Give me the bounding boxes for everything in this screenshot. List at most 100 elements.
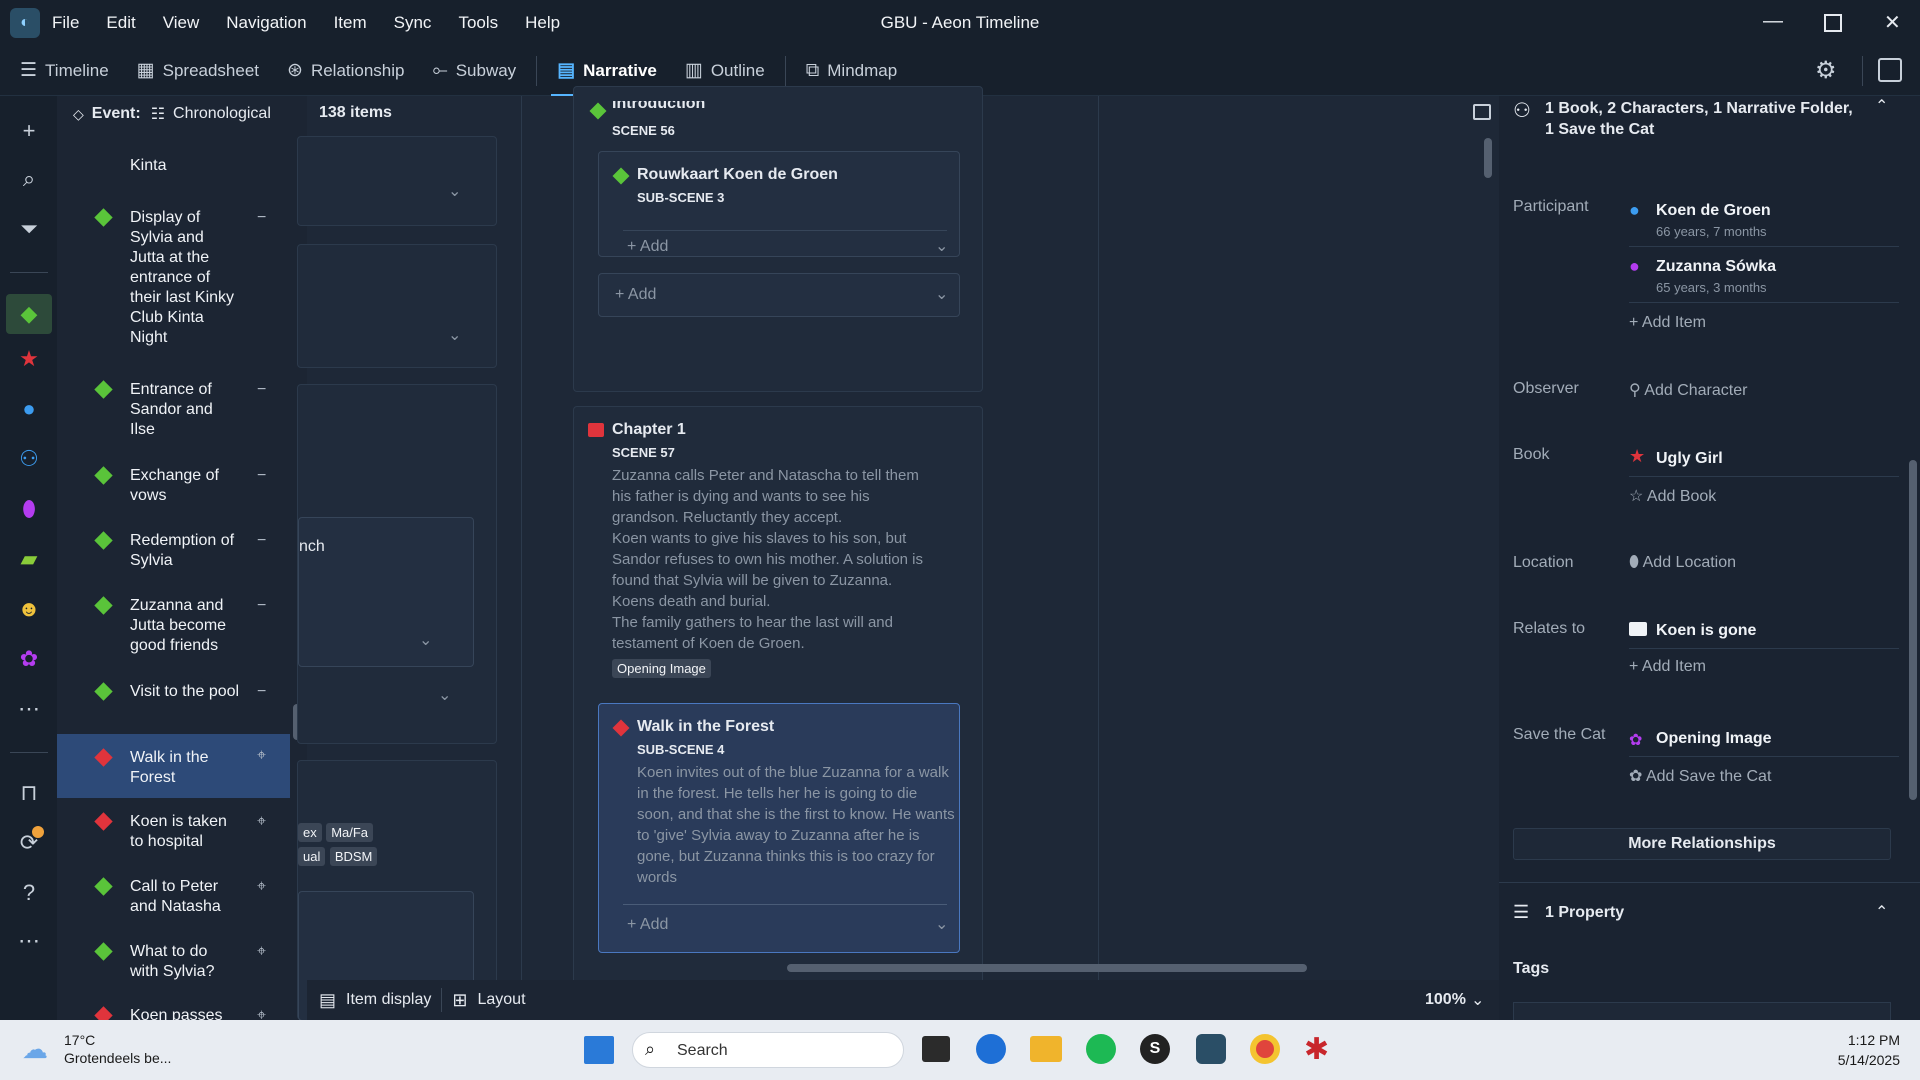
subscene-card-selected[interactable]: Walk in the Forest SUB-SCENE 4 Koen invi… [598, 703, 960, 953]
more-relationships-button[interactable]: More Relationships [1513, 828, 1891, 860]
collapse-icon[interactable]: ⌃ [1875, 96, 1888, 116]
more-icon[interactable]: ⋯ [14, 926, 44, 956]
tags-input[interactable] [1513, 1002, 1891, 1020]
collapse-panel-icon[interactable] [1473, 104, 1491, 120]
list-item[interactable]: What to do with Sylvia? ⌖ [57, 942, 290, 986]
filter-icon[interactable]: ⏷ [14, 214, 44, 244]
list-item[interactable]: Call to Peter and Natasha ⌖ [57, 877, 290, 921]
chevron-down-icon[interactable]: ⌄ [419, 630, 432, 650]
layout-icon[interactable]: ⊞ [452, 990, 467, 1011]
list-item[interactable]: Redemption of Sylvia − [57, 531, 290, 575]
menu-edit[interactable]: Edit [106, 13, 135, 33]
chrome-icon[interactable] [1250, 1034, 1280, 1064]
scrollbar[interactable] [1909, 460, 1917, 800]
chapter-folder[interactable]: Chapter 1 SCENE 57 Zuzanna calls Peter a… [573, 406, 983, 1020]
horizontal-scrollbar[interactable] [787, 964, 1307, 972]
bookmark-icon[interactable]: ⊓ [14, 778, 44, 808]
sort-label[interactable]: Chronological [173, 105, 271, 123]
sort-icon[interactable]: ☷ [151, 104, 165, 124]
settings-gear-icon[interactable]: ⚙ [1815, 56, 1837, 85]
taskbar-search[interactable]: ⌕ Search [632, 1032, 904, 1068]
menu-help[interactable]: Help [525, 13, 560, 33]
tab-timeline[interactable]: ☰ Timeline [6, 46, 123, 96]
aeon-timeline-icon[interactable] [1196, 1034, 1226, 1064]
chevron-down-icon[interactable]: ⌄ [448, 181, 461, 201]
participant-name[interactable]: Koen de Groen [1656, 202, 1771, 220]
tab-relationship[interactable]: ⊛ Relationship [273, 46, 418, 96]
skull-icon[interactable]: ☻ [14, 594, 44, 624]
list-item[interactable]: Zuzanna and Jutta become good friends − [57, 596, 290, 660]
target-icon[interactable]: ⌖ [257, 942, 266, 962]
scrivener-icon[interactable]: S [1140, 1034, 1170, 1064]
maximize-icon[interactable] [1824, 14, 1842, 32]
column-card[interactable]: ⌄ [297, 244, 497, 368]
add-item-button[interactable]: + Add Item [1629, 658, 1706, 676]
close-icon[interactable]: ✕ [1884, 10, 1901, 35]
folder-icon[interactable]: ▰ [14, 544, 44, 574]
add-location-button[interactable]: ⬮ Add Location [1629, 554, 1736, 572]
add-save-the-cat-button[interactable]: ✿ Add Save the Cat [1629, 766, 1771, 786]
tab-subway[interactable]: ⟜ Subway [419, 46, 531, 96]
add-book-button[interactable]: ☆ Add Book [1629, 486, 1716, 506]
location-pin-icon[interactable]: ⬮ [14, 494, 44, 524]
save-the-cat-tag[interactable]: Opening Image [612, 659, 711, 678]
menu-item[interactable]: Item [334, 13, 367, 33]
layout-button[interactable]: Layout [477, 991, 525, 1009]
narrative-folder[interactable]: Introduction SCENE 56 Rouwkaart Koen de … [573, 86, 983, 392]
list-item-selected[interactable]: Walk in the Forest ⌖ [57, 734, 290, 798]
file-explorer-icon[interactable] [1030, 1036, 1062, 1062]
chevron-down-icon[interactable]: ⌄ [1471, 990, 1484, 1010]
cat-icon[interactable]: ✿ [14, 644, 44, 674]
participant-name[interactable]: Zuzanna Sówka [1656, 258, 1776, 276]
add-button[interactable]: + Add [615, 286, 656, 304]
book-name[interactable]: Ugly Girl [1656, 450, 1723, 468]
list-item[interactable]: Koen passes ⌖ [57, 1006, 290, 1020]
list-item[interactable]: Exchange of vows − [57, 466, 290, 510]
vertical-scrollbar[interactable] [1484, 138, 1492, 178]
add-icon[interactable]: + [14, 116, 44, 146]
add-button[interactable]: + Add [627, 238, 668, 256]
chevron-down-icon[interactable]: ⌄ [935, 236, 948, 256]
scene-card[interactable]: nch ⌄ [298, 517, 474, 667]
menu-file[interactable]: File [52, 13, 79, 33]
event-type-label[interactable]: Event: [92, 105, 141, 123]
windows-start-icon[interactable] [584, 1036, 614, 1064]
search-icon[interactable]: ⌕ [14, 164, 44, 194]
more-icon[interactable]: ⋯ [14, 694, 44, 724]
task-view-icon[interactable] [922, 1036, 950, 1062]
add-button[interactable]: + Add [627, 916, 668, 934]
column-card[interactable]: ⌄ [297, 136, 497, 226]
menu-sync[interactable]: Sync [394, 13, 432, 33]
app-icon[interactable]: ✱ [1304, 1032, 1329, 1067]
menu-view[interactable]: View [163, 13, 200, 33]
menu-navigation[interactable]: Navigation [226, 13, 306, 33]
add-row[interactable]: + Add ⌄ [598, 273, 960, 317]
collapse-icon[interactable]: ⌃ [1875, 902, 1888, 922]
zoom-select[interactable]: 100% [1425, 991, 1466, 1009]
app-logo-icon[interactable]: ◐ [10, 8, 40, 38]
tab-spreadsheet[interactable]: ▦ Spreadsheet [123, 46, 273, 96]
menu-tools[interactable]: Tools [458, 13, 498, 33]
chevron-down-icon[interactable]: ⌄ [935, 914, 948, 934]
sidebar-toggle-icon[interactable] [1878, 58, 1902, 82]
item-display-button[interactable]: Item display [346, 991, 431, 1009]
add-character-button[interactable]: ⚲ Add Character [1629, 380, 1747, 400]
target-icon[interactable]: ⌖ [257, 746, 266, 766]
chevron-down-icon[interactable]: ⌄ [448, 325, 461, 345]
save-the-cat-item[interactable]: Opening Image [1656, 730, 1772, 748]
browser-icon[interactable] [976, 1034, 1006, 1064]
chevron-down-icon[interactable]: ⌄ [935, 284, 948, 304]
target-icon[interactable]: ⌖ [257, 877, 266, 897]
target-icon[interactable]: ⌖ [257, 1006, 266, 1020]
chevron-down-icon[interactable]: ⌄ [438, 685, 451, 705]
list-item[interactable]: Entrance of Sandor and Ilse − [57, 380, 290, 446]
character-icon[interactable]: ● [14, 394, 44, 424]
list-item[interactable]: Visit to the pool − [57, 682, 290, 726]
relates-item[interactable]: Koen is gone [1656, 622, 1756, 640]
weather-icon[interactable]: ☁ [22, 1034, 48, 1065]
groups-icon[interactable]: ⚇ [14, 444, 44, 474]
subscene-card[interactable]: Rouwkaart Koen de Groen SUB-SCENE 3 + Ad… [598, 151, 960, 257]
help-icon[interactable]: ? [14, 878, 44, 908]
item-display-icon[interactable]: ▤ [319, 990, 336, 1011]
list-item[interactable]: Koen is taken to hospital ⌖ [57, 812, 290, 856]
